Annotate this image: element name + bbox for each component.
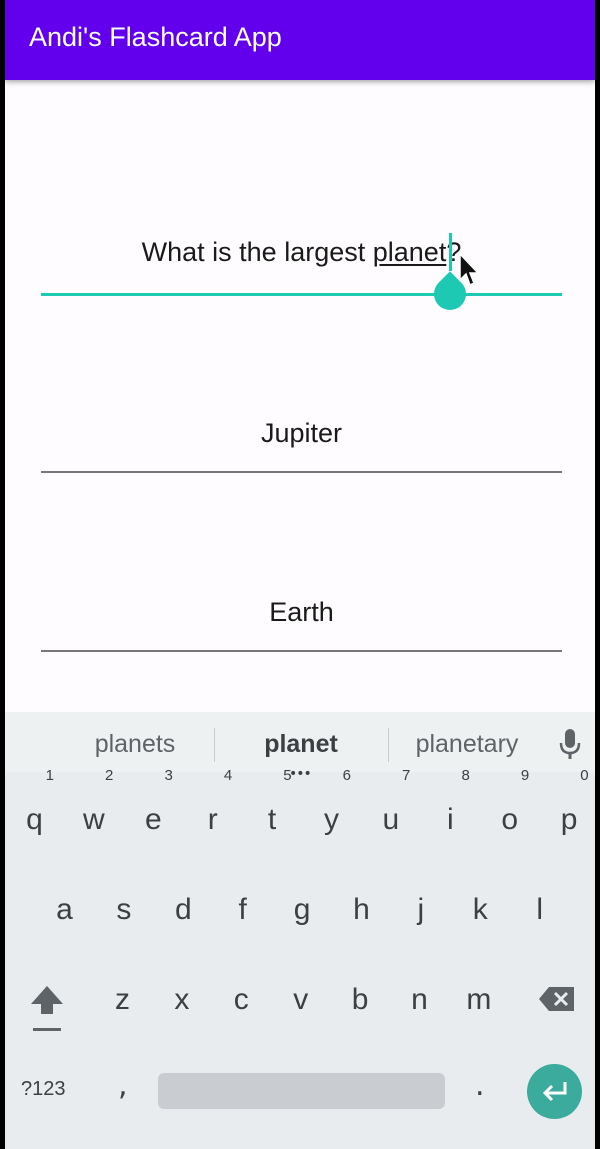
key-label: o	[501, 803, 519, 836]
key-number-hint: 7	[402, 767, 411, 784]
key-d[interactable]: d	[154, 870, 213, 950]
key-label: v	[293, 983, 309, 1016]
key-label: z	[115, 983, 130, 1016]
key-l[interactable]: l	[510, 870, 569, 950]
key-u[interactable]: u7	[361, 767, 420, 860]
key-label: a	[56, 893, 73, 926]
answer-underline-2	[41, 650, 562, 652]
key-label: f	[238, 893, 247, 926]
answer-field-2[interactable]: Earth	[41, 594, 562, 654]
key-f[interactable]: f	[213, 870, 272, 950]
key-label: j	[417, 893, 425, 926]
app-title: Andi's Flashcard App	[29, 22, 282, 52]
key-t[interactable]: t5	[243, 767, 302, 860]
key-e[interactable]: e3	[124, 767, 183, 860]
key-label: y	[324, 803, 339, 836]
key-b[interactable]: b	[331, 960, 390, 1040]
mic-icon[interactable]	[557, 728, 583, 762]
key-o[interactable]: o9	[480, 767, 539, 860]
answer-underline-1	[41, 471, 562, 473]
key-label: h	[353, 893, 370, 926]
suggestion-divider	[214, 728, 215, 762]
mouse-pointer-icon	[459, 252, 480, 287]
suggestion-divider	[388, 728, 389, 762]
key-label: i	[446, 803, 454, 836]
suggestion-1[interactable]: planets	[65, 730, 205, 759]
key-z[interactable]: z	[93, 960, 152, 1040]
question-underline	[41, 293, 562, 296]
key-label: b	[351, 983, 369, 1016]
shift-icon[interactable]	[27, 984, 67, 1034]
key-q[interactable]: q1	[5, 767, 64, 860]
symbols-key[interactable]: ?123	[21, 1078, 66, 1101]
key-h[interactable]: h	[332, 870, 391, 950]
key-label: x	[174, 983, 190, 1016]
suggestion-3[interactable]: planetary	[397, 730, 537, 759]
backspace-icon[interactable]	[537, 984, 577, 1014]
key-label: d	[174, 893, 192, 926]
key-k[interactable]: k	[451, 870, 510, 950]
key-number-hint: 3	[164, 767, 173, 784]
key-g[interactable]: g	[273, 870, 332, 950]
key-s[interactable]: s	[94, 870, 153, 950]
soft-keyboard: planets planet ••• planetary q1w2e3r4t5y…	[5, 712, 595, 1149]
key-x[interactable]: x	[152, 960, 211, 1040]
space-bar[interactable]	[158, 1073, 445, 1109]
key-label: w	[83, 803, 105, 836]
key-i[interactable]: i8	[421, 767, 480, 860]
key-label: q	[26, 803, 43, 836]
suggestion-strip: planets planet ••• planetary	[5, 712, 595, 782]
answer-field-1[interactable]: Jupiter	[41, 415, 562, 475]
key-w[interactable]: w2	[64, 767, 123, 860]
key-number-hint: 2	[105, 767, 114, 784]
key-label: r	[207, 803, 218, 836]
key-label: e	[144, 803, 162, 836]
key-y[interactable]: y6	[302, 767, 361, 860]
question-prefix: What is the largest	[141, 237, 373, 267]
key-number-hint: 6	[342, 767, 351, 784]
key-label: l	[536, 893, 544, 926]
key-number-hint: 1	[45, 767, 54, 784]
key-r[interactable]: r4	[183, 767, 242, 860]
question-composing-word: planet	[372, 237, 447, 267]
key-n[interactable]: n	[390, 960, 449, 1040]
key-v[interactable]: v	[271, 960, 330, 1040]
key-label: t	[267, 803, 277, 836]
suggestion-2[interactable]: planet	[231, 730, 371, 759]
key-number-hint: 4	[223, 767, 233, 784]
key-number-hint: 0	[580, 767, 589, 784]
answer-text-2[interactable]: Earth	[41, 597, 562, 628]
period-key[interactable]: .	[475, 1068, 485, 1103]
key-a[interactable]: a	[35, 870, 94, 950]
key-j[interactable]: j	[391, 870, 450, 950]
key-label: m	[466, 983, 492, 1016]
key-p[interactable]: p0	[540, 767, 595, 860]
key-label: n	[411, 983, 428, 1016]
key-label: u	[382, 803, 400, 836]
key-number-hint: 5	[283, 767, 292, 784]
key-number-hint: 9	[520, 767, 530, 784]
comma-key[interactable]: ,	[118, 1068, 128, 1103]
key-label: p	[560, 803, 578, 836]
key-label: k	[472, 893, 488, 926]
answer-text-1[interactable]: Jupiter	[41, 418, 562, 449]
key-m[interactable]: m	[449, 960, 508, 1040]
key-label: s	[116, 893, 132, 926]
app-screen: Andi's Flashcard App What is the largest…	[5, 0, 595, 1149]
key-label: c	[233, 983, 249, 1016]
app-bar: Andi's Flashcard App	[5, 0, 595, 80]
key-c[interactable]: c	[212, 960, 271, 1040]
text-cursor	[449, 233, 452, 271]
key-label: g	[293, 893, 311, 926]
key-number-hint: 8	[461, 767, 470, 784]
question-field[interactable]: What is the largest planet?	[41, 233, 562, 317]
question-text[interactable]: What is the largest planet?	[41, 237, 562, 268]
enter-icon	[542, 1082, 567, 1102]
enter-key[interactable]	[527, 1064, 582, 1119]
